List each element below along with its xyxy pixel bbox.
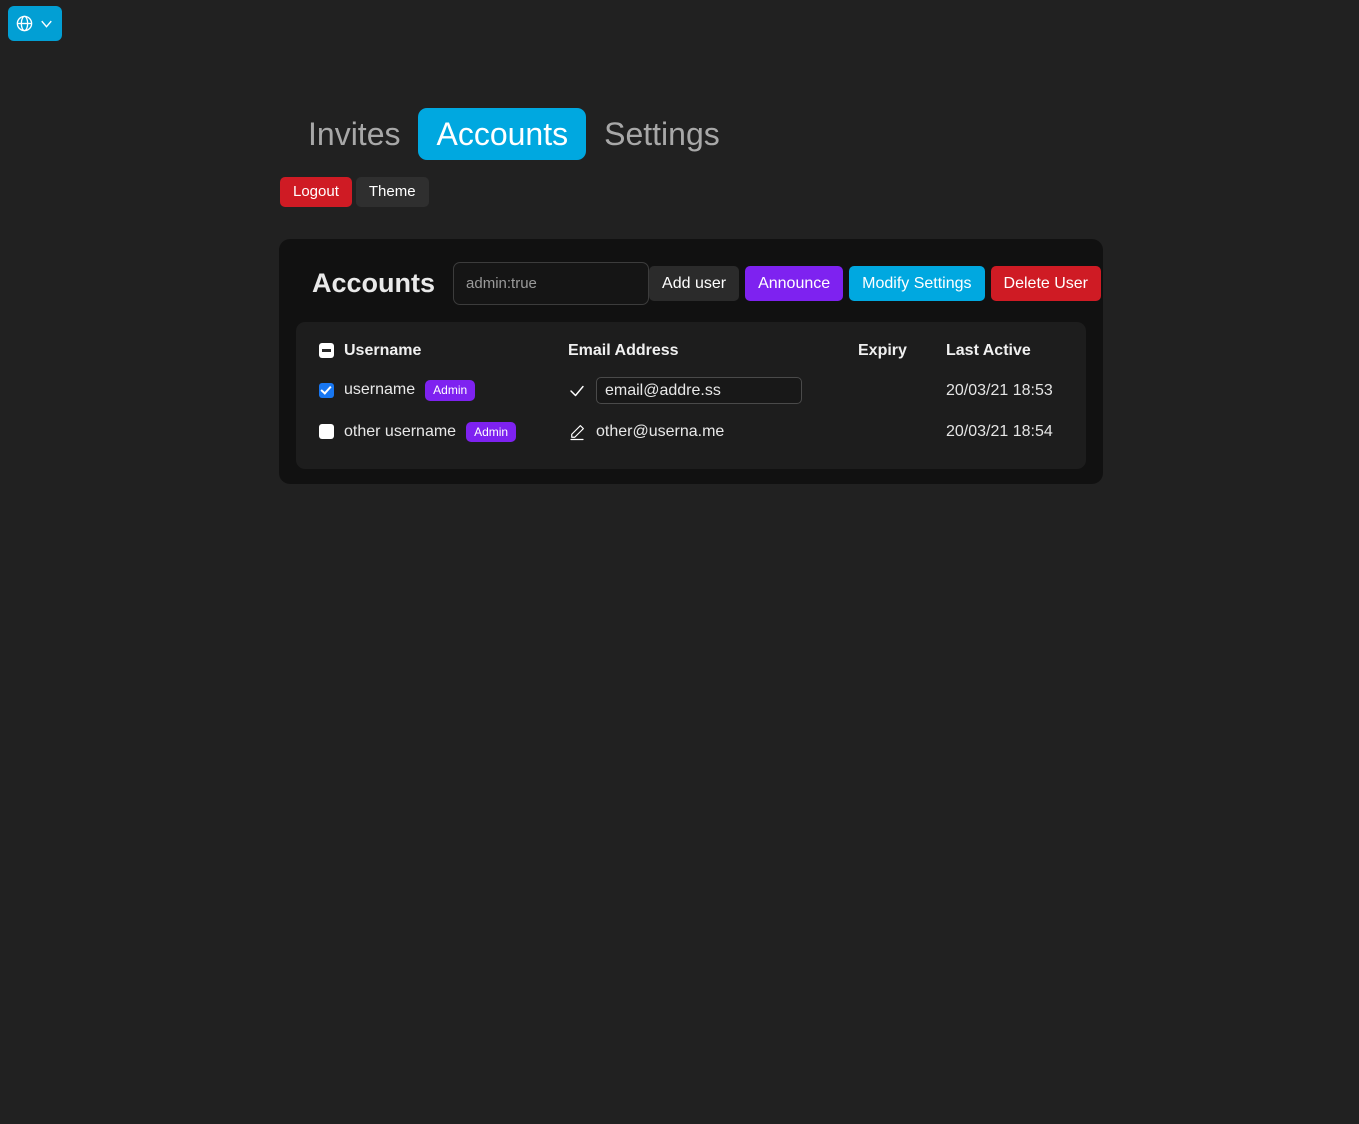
admin-badge: Admin [466,422,516,442]
accounts-table: Username Email Address Expiry Last Activ… [296,334,1096,451]
row-expiry-cell [858,368,946,413]
accounts-actions: Add user Announce Modify Settings Delete… [649,266,1101,301]
admin-badge: Admin [425,380,475,400]
row-last-active-cell: 20/03/21 18:54 [946,413,1096,451]
accounts-card: Accounts Add user Announce Modify Settin… [279,239,1103,484]
username-label: other username [344,423,456,441]
tab-settings[interactable]: Settings [586,108,738,160]
row-select-cell [296,368,344,413]
theme-button[interactable]: Theme [356,177,429,207]
add-user-button[interactable]: Add user [649,266,739,301]
row-expiry-cell [858,413,946,451]
column-header-last-active: Last Active [946,334,1096,368]
search-input[interactable] [453,262,649,305]
select-all-cell [296,334,344,368]
globe-icon [15,14,34,33]
chevron-down-icon [37,14,56,33]
tab-accounts[interactable]: Accounts [418,108,586,160]
last-active-value: 20/03/21 18:53 [946,382,1053,399]
row-username-cell: other username Admin [344,413,568,451]
select-all-checkbox[interactable] [319,343,334,358]
row-username-cell: username Admin [344,368,568,413]
delete-user-button[interactable]: Delete User [991,266,1101,301]
row-email-cell: other@userna.me [568,413,858,451]
table-row[interactable]: username Admin [296,368,1096,413]
column-header-email: Email Address [568,334,858,368]
pencil-icon[interactable] [568,423,586,441]
email-value: other@userna.me [596,423,724,441]
row-checkbox[interactable] [319,383,334,398]
secondary-toolbar: Logout Theme [280,177,429,207]
username-label: username [344,381,415,399]
main-tabs: Invites Accounts Settings [290,108,738,160]
announce-button[interactable]: Announce [745,266,843,301]
tab-invites[interactable]: Invites [290,108,418,160]
email-input[interactable] [596,377,802,404]
row-email-cell [568,368,858,413]
check-icon [568,382,586,400]
logout-button[interactable]: Logout [280,177,352,207]
language-selector-button[interactable] [8,6,62,41]
modify-settings-button[interactable]: Modify Settings [849,266,984,301]
column-header-expiry: Expiry [858,334,946,368]
accounts-table-panel: Username Email Address Expiry Last Activ… [296,322,1086,469]
page-title: Accounts [296,268,435,299]
row-checkbox[interactable] [319,424,334,439]
row-last-active-cell: 20/03/21 18:53 [946,368,1096,413]
row-select-cell [296,413,344,451]
table-row[interactable]: other username Admin o [296,413,1096,451]
last-active-value: 20/03/21 18:54 [946,423,1053,440]
accounts-card-header: Accounts Add user Announce Modify Settin… [296,261,1086,306]
table-header-row: Username Email Address Expiry Last Activ… [296,334,1096,368]
column-header-username: Username [344,334,568,368]
